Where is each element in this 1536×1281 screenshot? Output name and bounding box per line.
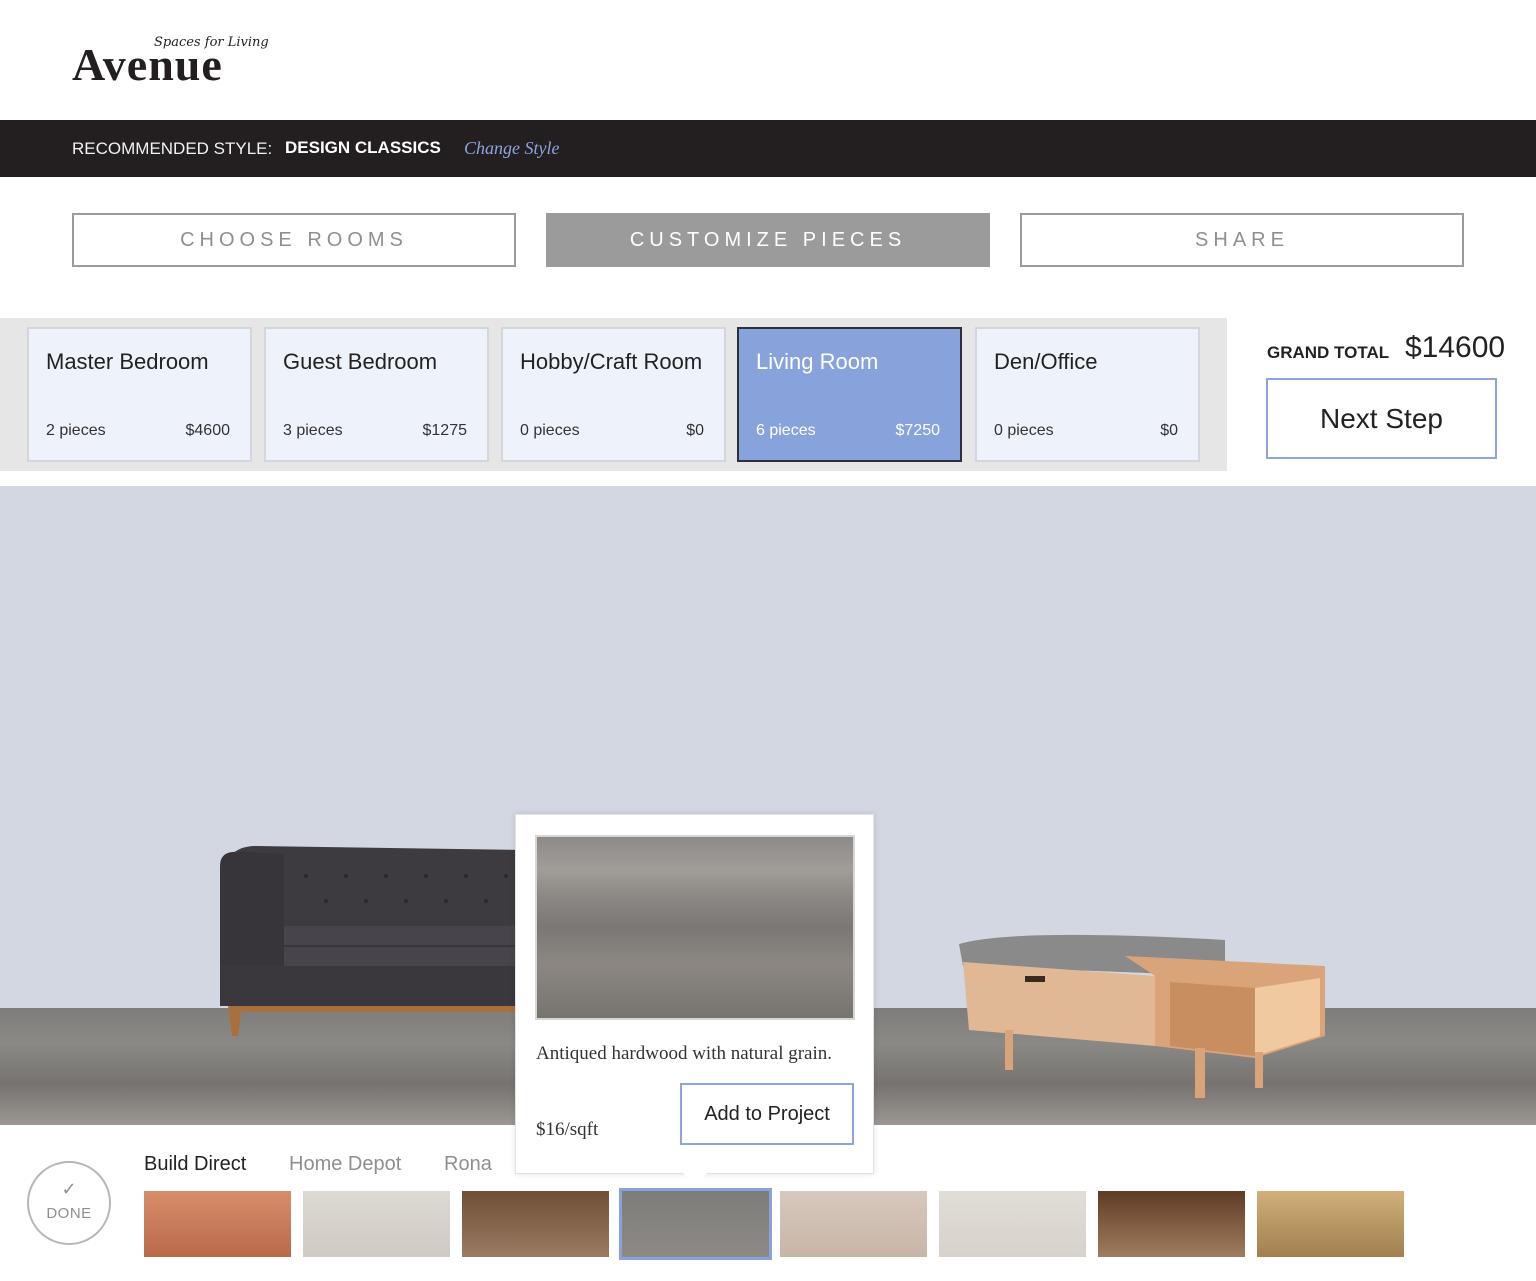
- room-pieces: 0 pieces: [994, 422, 1054, 439]
- room-price: $0: [1160, 422, 1178, 439]
- room-name: Living Room: [756, 349, 879, 374]
- room-name: Hobby/Craft Room: [520, 349, 703, 374]
- sofa-image[interactable]: [216, 846, 526, 1036]
- room-price: $4600: [185, 422, 231, 439]
- room-price: $7250: [895, 422, 941, 439]
- room-card-living-room[interactable]: Living Room 6 pieces $7250: [737, 327, 962, 462]
- next-step-button[interactable]: Next Step: [1266, 378, 1497, 459]
- grand-total-label: GRAND TOTAL: [1267, 343, 1390, 362]
- swatch-dark-walnut[interactable]: [1098, 1191, 1245, 1257]
- logo-wordmark: Avenue: [72, 39, 223, 90]
- swatch-antiqued-gray[interactable]: [619, 1188, 772, 1260]
- room-pieces: 3 pieces: [283, 422, 343, 439]
- popup-pointer: [683, 1173, 707, 1185]
- recommended-style-bar: RECOMMENDED STYLE: DESIGN CLASSICS Chang…: [0, 120, 1536, 177]
- checkmark-icon: ✓: [61, 1179, 77, 1199]
- room-pieces: 2 pieces: [46, 422, 106, 439]
- room-card-den-office[interactable]: Den/Office 0 pieces $0: [975, 327, 1200, 462]
- swatch-off-white[interactable]: [939, 1191, 1086, 1257]
- material-detail-popup: Antiqued hardwood with natural grain. $1…: [515, 814, 874, 1174]
- vendor-tab-rona[interactable]: Rona: [444, 1153, 492, 1176]
- room-card-hobby-craft-room[interactable]: Hobby/Craft Room 0 pieces $0: [501, 327, 726, 462]
- room-price: $1275: [422, 422, 468, 439]
- grand-total-value: $14600: [1405, 331, 1506, 364]
- room-card-master-bedroom[interactable]: Master Bedroom 2 pieces $4600: [27, 327, 252, 462]
- material-description: Antiqued hardwood with natural grain.: [536, 1043, 833, 1064]
- done-label: DONE: [46, 1205, 92, 1222]
- change-style-link[interactable]: Change Style: [464, 138, 559, 159]
- swatch-rustic-plank[interactable]: [1257, 1191, 1404, 1257]
- recommended-style-label: RECOMMENDED STYLE:: [72, 139, 273, 158]
- room-pieces: 6 pieces: [756, 422, 816, 439]
- storage-bench-image[interactable]: [955, 926, 1330, 1106]
- material-preview-image: [535, 835, 855, 1020]
- material-price: $16/sqft: [536, 1119, 599, 1140]
- swatch-brown-oak[interactable]: [462, 1191, 609, 1257]
- room-price: $0: [686, 422, 704, 439]
- swatch-warm-maple[interactable]: [144, 1191, 291, 1257]
- logo: Spaces for Living Avenue: [72, 30, 272, 90]
- recommended-style-value: DESIGN CLASSICS: [285, 138, 441, 157]
- vendor-tab-build-direct[interactable]: Build Direct: [144, 1153, 246, 1176]
- step-choose-rooms[interactable]: CHOOSE ROOMS: [72, 213, 516, 267]
- step-share[interactable]: SHARE: [1020, 213, 1464, 267]
- room-card-guest-bedroom[interactable]: Guest Bedroom 3 pieces $1275: [264, 327, 489, 462]
- room-name: Guest Bedroom: [283, 349, 438, 374]
- add-to-project-button[interactable]: Add to Project: [680, 1083, 854, 1145]
- room-pieces: 0 pieces: [520, 422, 580, 439]
- rooms-strip: Master Bedroom 2 pieces $4600 Guest Bedr…: [0, 318, 1227, 471]
- step-customize-pieces[interactable]: CUSTOMIZE PIECES: [546, 213, 990, 267]
- swatch-pale-stone[interactable]: [780, 1191, 927, 1257]
- swatch-light-gray[interactable]: [303, 1191, 450, 1257]
- room-name: Master Bedroom: [46, 349, 209, 374]
- vendor-tab-home-depot[interactable]: Home Depot: [289, 1153, 401, 1176]
- room-name: Den/Office: [994, 349, 1098, 374]
- done-button[interactable]: ✓ DONE: [27, 1161, 111, 1245]
